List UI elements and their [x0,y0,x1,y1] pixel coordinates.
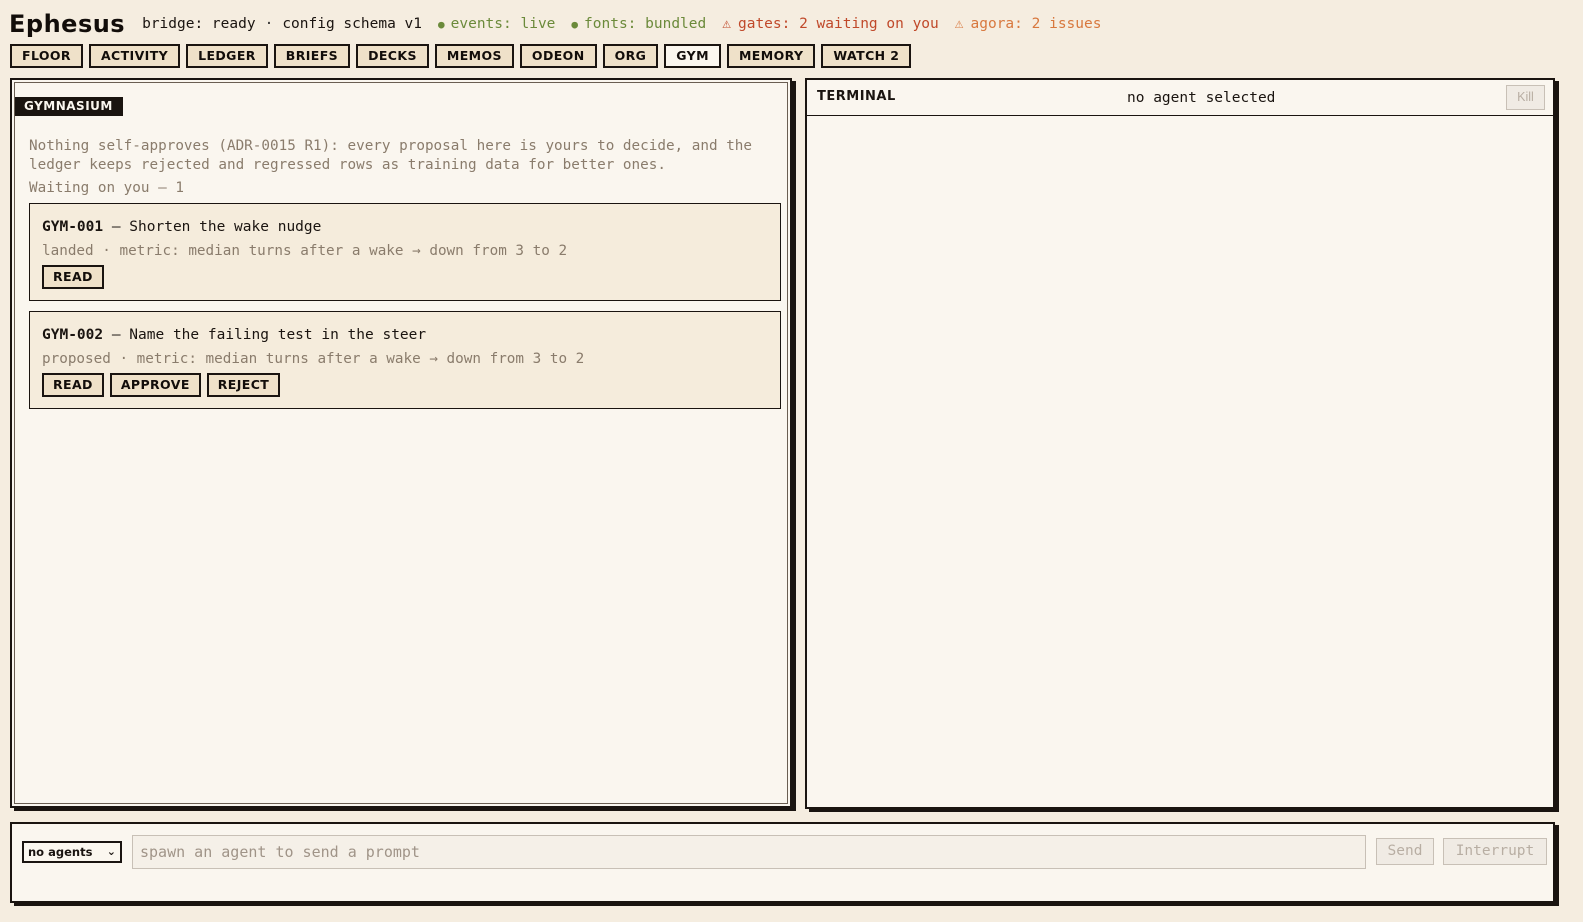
proposal-meta: landed · metric: median turns after a wa… [42,243,568,259]
agent-select-value: no agents [28,845,93,859]
live-dot-icon: ● [438,18,445,31]
warning-icon: ⚠ [954,16,964,32]
tab-memory[interactable]: MEMORY [726,44,816,68]
tab-activity[interactable]: ACTIVITY [88,44,181,68]
events-label: events: live [450,16,556,32]
tab-gym[interactable]: GYM [664,44,721,68]
gates-status[interactable]: ⚠ gates: 2 waiting on you [722,16,939,32]
events-status: ● events: live [438,16,555,32]
top-bar: Ephesus bridge: ready · config schema v1… [9,6,1573,42]
warning-icon: ⚠ [722,16,731,32]
agent-select[interactable]: no agents ⌄ [22,841,122,863]
proposal-id: GYM-002 [42,327,104,343]
proposal-title: GYM-001 — Shorten the wake nudge [42,219,321,235]
reject-button[interactable]: REJECT [206,373,281,397]
proposal-name: — Shorten the wake nudge [111,219,322,235]
interrupt-button[interactable]: Interrupt [1443,838,1547,865]
tab-memos[interactable]: MEMOS [434,44,514,68]
fonts-label: fonts: bundled [584,16,707,32]
gymnasium-panel: GYMNASIUM Nothing self-approves (ADR-001… [10,78,792,808]
tab-briefs[interactable]: BRIEFS [273,44,351,68]
approve-button[interactable]: APPROVE [109,373,201,397]
prompt-input[interactable] [132,835,1366,869]
tab-ledger[interactable]: LEDGER [186,44,268,68]
proposal-meta: proposed · metric: median turns after a … [42,351,585,367]
proposal-name: — Name the failing test in the steer [111,327,427,343]
fonts-status: ● fonts: bundled [571,16,706,32]
tab-odeon[interactable]: ODEON [519,44,597,68]
main-tabs: FLOOR ACTIVITY LEDGER BRIEFS DECKS MEMOS… [10,44,912,68]
terminal-panel: TERMINAL no agent selected Kill [805,78,1555,809]
gates-label: gates: 2 waiting on you [737,16,939,32]
read-button[interactable]: READ [42,265,104,289]
terminal-header: TERMINAL no agent selected Kill [807,80,1553,116]
tab-floor[interactable]: FLOOR [10,44,83,68]
ok-dot-icon: ● [571,18,579,31]
gymnasium-frame: GYMNASIUM Nothing self-approves (ADR-001… [14,82,788,804]
waiting-count: Waiting on you — 1 [29,180,184,196]
kill-button[interactable]: Kill [1506,85,1545,110]
read-button[interactable]: READ [42,373,104,397]
proposal-id: GYM-001 [42,219,104,235]
config-status: config schema v1 [282,16,423,32]
agora-label: agora: 2 issues [970,16,1102,32]
gym-intro: Nothing self-approves (ADR-0015 R1): eve… [29,138,753,173]
status-separator: · [264,16,274,32]
section-title: GYMNASIUM [15,97,123,116]
proposal-actions: READ APPROVE REJECT [42,373,281,397]
tab-org[interactable]: ORG [602,44,659,68]
proposal-title: GYM-002 — Name the failing test in the s… [42,327,426,343]
tab-watch[interactable]: WATCH 2 [821,44,912,68]
app-title: Ephesus [9,10,126,38]
proposal-card: GYM-002 — Name the failing test in the s… [29,311,781,409]
agora-status[interactable]: ⚠ agora: 2 issues [955,16,1102,32]
terminal-status: no agent selected [1127,90,1276,106]
proposal-card: GYM-001 — Shorten the wake nudge landed … [29,203,781,301]
status-line: bridge: ready · config schema v1 ● events… [142,16,1101,32]
terminal-title: TERMINAL [817,89,896,104]
proposal-actions: READ [42,265,104,289]
chevron-down-icon: ⌄ [106,845,116,858]
send-button[interactable]: Send [1376,838,1434,865]
prompt-composer: no agents ⌄ Send Interrupt [10,822,1555,903]
tab-decks[interactable]: DECKS [356,44,429,68]
bridge-status: bridge: ready [142,16,256,32]
